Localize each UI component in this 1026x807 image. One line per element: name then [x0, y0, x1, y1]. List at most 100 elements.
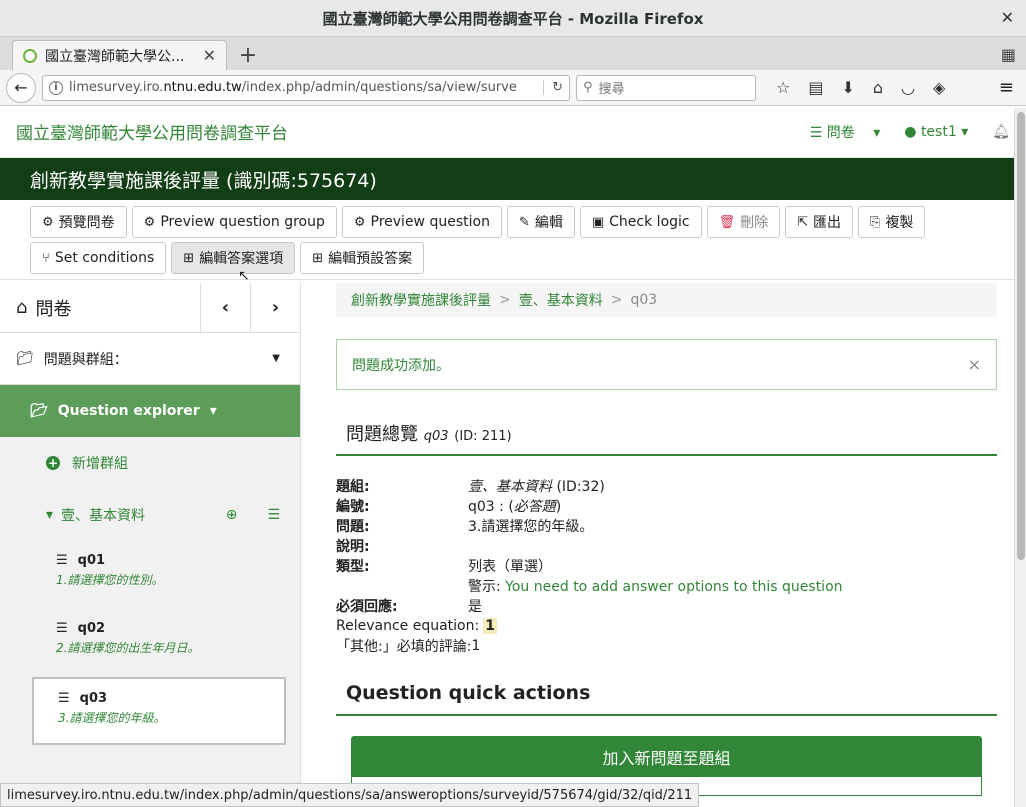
scroll-thumb[interactable] [1017, 112, 1025, 560]
trash-icon: 🗑︎ [718, 214, 736, 230]
tab-bar: 國立臺灣師範大學公... ✕ + ▦ [0, 37, 1026, 70]
check-logic-button[interactable]: ▣ Check logic [579, 206, 702, 238]
question-text: 1.請選擇您的性別。 [56, 573, 164, 587]
alert-message: 問題成功添加。 [352, 357, 450, 374]
sidebar-header: ⌂ 問卷 ‹ › [0, 282, 300, 333]
window-title: 國立臺灣師範大學公用問卷調查平台 - Mozilla Firefox [322, 9, 704, 28]
add-group-link[interactable]: + 新增群組 [0, 437, 300, 489]
chevron-left-icon[interactable]: ‹ [200, 282, 250, 333]
url-bar[interactable]: i limesurvey.iro.ntnu.edu.tw/index.php/a… [42, 74, 570, 101]
breadcrumb: 創新教學實施課後評量 > 壹、基本資料 > q03 [336, 283, 997, 317]
sidebar-item-groups[interactable]: 📁︎ 問題與群組： ▼ [0, 333, 300, 385]
add-answer-options-link[interactable]: You need to add answer options to this q… [505, 579, 842, 595]
url-text: limesurvey.iro.ntnu.edu.tw/index.php/adm… [69, 80, 517, 95]
breadcrumb-survey[interactable]: 創新教學實施課後評量 [351, 290, 491, 310]
survey-title-bar: 創新教學實施課後評量 (識別碼:575674) [0, 158, 1026, 200]
sidebar: ⌂ 問卷 ‹ › 📁︎ 問題與群組： ▼ 📂︎ Question explore… [0, 282, 301, 783]
nav-bar: ← i limesurvey.iro.ntnu.edu.tw/index.php… [0, 70, 1026, 106]
brand-link[interactable]: 國立臺灣師範大學公用問卷調查平台 [16, 119, 288, 144]
user-menu[interactable]: ● test1 ▾ [904, 124, 968, 140]
search-placeholder: 搜尋 [598, 82, 625, 97]
favicon-icon [23, 48, 37, 63]
question-group[interactable]: ▾ 壹、基本資料 ⊕ ☰ [0, 489, 300, 541]
list-item-active[interactable]: ☰ q03 3.請選擇您的年級。 [32, 677, 286, 745]
status-bar: limesurvey.iro.ntnu.edu.tw/index.php/adm… [0, 783, 700, 807]
caret-down-icon: ▾ [873, 124, 881, 141]
export-button[interactable]: ⇱ 匯出 [785, 206, 854, 238]
list-item[interactable]: ☰ q01 1.請選擇您的性別。 [32, 541, 286, 609]
list-icon: ☰ [58, 691, 70, 706]
copy-button[interactable]: ⎘ 複製 [858, 206, 926, 238]
edit-default-answers-button[interactable]: ⊞ 編輯預設答案 [300, 242, 425, 274]
plus-circle-icon: + [46, 456, 60, 470]
edit-answer-options-button[interactable]: ⊞ 編輯答案選項 [171, 242, 296, 274]
list-icon: ☰ [56, 621, 68, 636]
gear-icon: ⚙ [143, 214, 156, 230]
status-url: limesurvey.iro.ntnu.edu.tw/index.php/adm… [7, 787, 693, 803]
browser-tab[interactable]: 國立臺灣師範大學公... ✕ [12, 40, 227, 70]
back-button[interactable]: ← [6, 72, 36, 103]
menu-icon[interactable]: ≡ [999, 77, 1020, 98]
fork-icon: ⑂ [42, 250, 50, 266]
search-input[interactable]: ⚲ 搜尋 [576, 74, 756, 101]
sidebar-item-label: Question explorer [57, 403, 200, 419]
tab-close-icon[interactable]: ✕ [203, 46, 216, 65]
notification-bell-icon[interactable]: 🔔︎ [992, 124, 1010, 140]
toolbar-icons: ☆ ▤ ⬇ ⌂ ◡ ◈ [776, 78, 945, 97]
window-close-icon[interactable]: ✕ [1001, 8, 1014, 27]
export-icon: ⇱ [797, 214, 809, 230]
window-titlebar: 國立臺灣師範大學公用問卷調查平台 - Mozilla Firefox ✕ [0, 0, 1026, 37]
search-icon: ⚲ [583, 80, 593, 95]
table-icon: ⊞ [183, 250, 195, 266]
list-icon[interactable]: ☰ [267, 507, 280, 523]
preview-survey-button[interactable]: ⚙ 預覽問卷 [30, 206, 127, 238]
chevron-right-icon[interactable]: › [250, 282, 300, 333]
set-conditions-button[interactable]: ⑂ Set conditions [30, 242, 167, 274]
list-item[interactable]: ☰ q02 2.請選擇您的出生年月日。 [32, 609, 286, 677]
success-alert: 問題成功添加。 × [336, 339, 997, 390]
overview-title: 問題總覽 q03 (ID: 211) [336, 420, 997, 456]
gear-icon: ⚙ [42, 214, 54, 230]
question-details: 題組: 壹、基本資料 (ID:32) 編號: q03 : (必答題) 問題: 3.請選… [336, 479, 843, 655]
question-toolbar: ⚙ 預覽問卷 ⚙ Preview question group ⚙ Preview q… [0, 200, 1026, 280]
reading-list-icon[interactable]: ▤ [808, 78, 823, 97]
preview-question-button[interactable]: ⚙ Preview question [341, 206, 502, 238]
add-question-to-group-button[interactable]: 加入新問題至題組 [352, 737, 981, 777]
preview-group-button[interactable]: ⚙ Preview question group [131, 206, 337, 238]
copy-icon: ⎘ [870, 214, 881, 230]
close-icon[interactable]: × [968, 355, 981, 374]
quick-actions-title: Question quick actions [336, 682, 997, 716]
reload-icon[interactable]: ↻ [543, 80, 563, 95]
question-text: 3.請選擇您的年級。 [58, 711, 166, 725]
scrollbar[interactable] [1014, 108, 1026, 807]
question-text: 2.請選擇您的出生年月日。 [56, 641, 200, 655]
sidebar-item-label: 問題與群組： [43, 351, 128, 368]
breadcrumb-group[interactable]: 壹、基本資料 [519, 290, 603, 310]
list-icon: ☰ [56, 553, 68, 568]
add-question-icon[interactable]: ⊕ [226, 507, 238, 523]
delete-button[interactable]: 🗑︎ 刪除 [706, 206, 781, 238]
tab-overview-icon[interactable]: ▦ [1001, 45, 1016, 64]
home-icon: ⌂ [16, 297, 28, 318]
pocket-icon[interactable]: ◡ [901, 78, 915, 97]
share-icon[interactable]: ◈ [933, 78, 945, 97]
site-info-icon[interactable]: i [49, 80, 63, 95]
home-icon[interactable]: ⌂ [873, 78, 883, 97]
bookmark-star-icon[interactable]: ☆ [776, 78, 790, 97]
survey-title: 創新教學實施課後評量 (識別碼:575674) [30, 169, 377, 192]
list-icon: ☰ [809, 124, 823, 141]
add-group-label: 新增群組 [72, 456, 128, 472]
sidebar-item-question-explorer[interactable]: 📂︎ Question explorer ▾ [0, 385, 300, 437]
back-arrow-icon: ← [14, 78, 28, 97]
table-icon: ⊞ [312, 250, 324, 266]
new-tab-button[interactable]: + [233, 40, 263, 70]
surveys-menu[interactable]: ☰ 問卷 ▾ [810, 122, 881, 142]
pencil-icon: ✎ [518, 214, 530, 230]
download-icon[interactable]: ⬇ [841, 78, 854, 97]
tab-label: 國立臺灣師範大學公... [45, 48, 185, 65]
edit-button[interactable]: ✎ 編輯 [506, 206, 575, 238]
app-header: 國立臺灣師範大學公用問卷調查平台 ☰ 問卷 ▾ ● test1 ▾ 🔔︎ [0, 106, 1026, 158]
breadcrumb-question: q03 [630, 292, 658, 308]
folder-icon: 📁︎ [16, 350, 34, 367]
qa-icon: ▣ [591, 214, 605, 230]
